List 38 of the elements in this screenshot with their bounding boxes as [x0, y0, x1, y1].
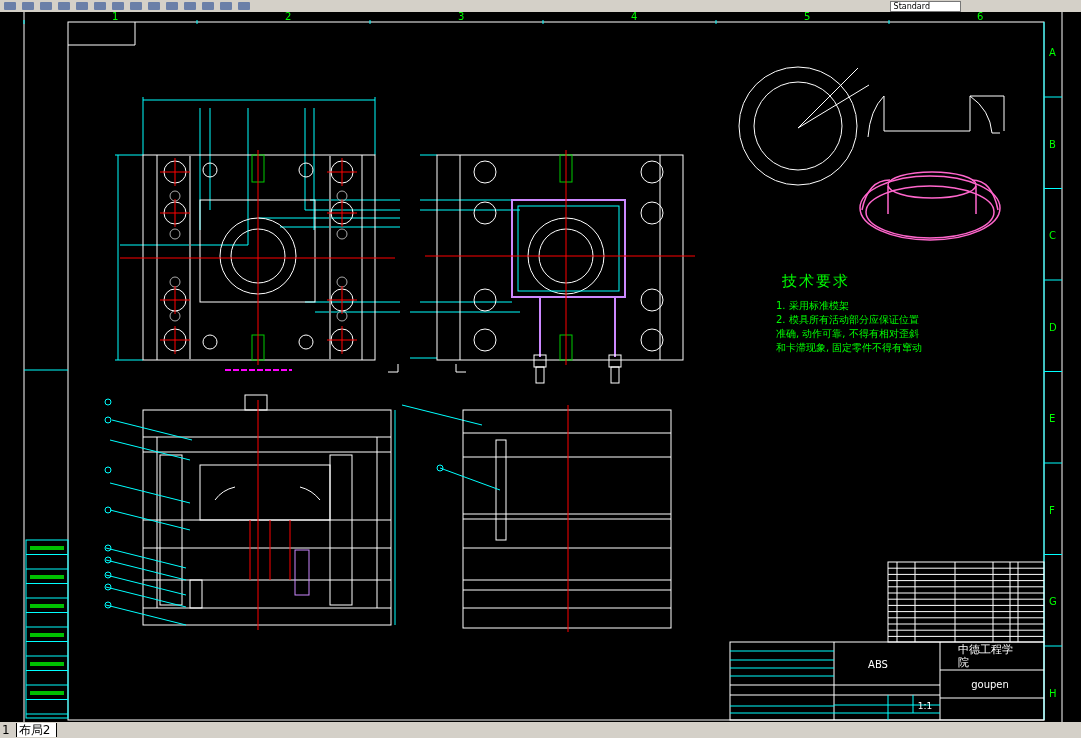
toolbar-icon[interactable]	[148, 2, 160, 10]
text-style-dropdown[interactable]: Standard	[889, 0, 961, 12]
row-label: E	[1049, 413, 1056, 424]
material-text: ABS	[868, 659, 888, 670]
toolbar-icon[interactable]	[4, 2, 16, 10]
toolbar-icon[interactable]	[238, 2, 250, 10]
row-label: H	[1049, 687, 1057, 699]
column-label: 3	[458, 12, 465, 22]
row-label: B	[1049, 138, 1056, 150]
designer-text: goupen	[971, 679, 1009, 690]
layout-tab[interactable]: 布局2	[16, 723, 58, 737]
row-label: D	[1049, 321, 1057, 333]
toolbar-icon[interactable]	[220, 2, 232, 10]
row-label: C	[1049, 230, 1056, 241]
toolbar-icon[interactable]	[76, 2, 88, 10]
toolbar-icon[interactable]	[94, 2, 106, 10]
row-label: F	[1049, 504, 1055, 516]
column-label: 1	[112, 12, 119, 22]
column-label: 2	[285, 12, 292, 22]
column-label: 4	[631, 12, 638, 22]
school-name-text: 中德工程学院	[958, 643, 1014, 669]
toolbar-icon[interactable]	[130, 2, 142, 10]
column-label: 6	[977, 12, 984, 22]
toolbar-icon[interactable]	[202, 2, 214, 10]
toolbar-icon[interactable]	[112, 2, 124, 10]
row-label: G	[1049, 596, 1057, 607]
row-label: A	[1049, 47, 1056, 58]
toolbar-icon[interactable]	[184, 2, 196, 10]
toolbar-icon[interactable]	[166, 2, 178, 10]
toolbar-icon[interactable]	[22, 2, 34, 10]
requirement-text: 1. 采用标准模架	[776, 299, 850, 313]
column-label: 5	[804, 12, 811, 22]
technical-requirements-title: 技术要求	[782, 272, 851, 291]
layout-tab[interactable]: 1	[0, 723, 17, 737]
scale-text: 1:1	[917, 701, 933, 711]
toolbar-icon[interactable]	[58, 2, 70, 10]
requirement-text: 2. 模具所有活动部分应保证位置准确, 动作可靠, 不得有相对歪斜和卡滞现象, 固定零件不得有窜动	[776, 313, 924, 355]
toolbar-icon[interactable]	[40, 2, 52, 10]
